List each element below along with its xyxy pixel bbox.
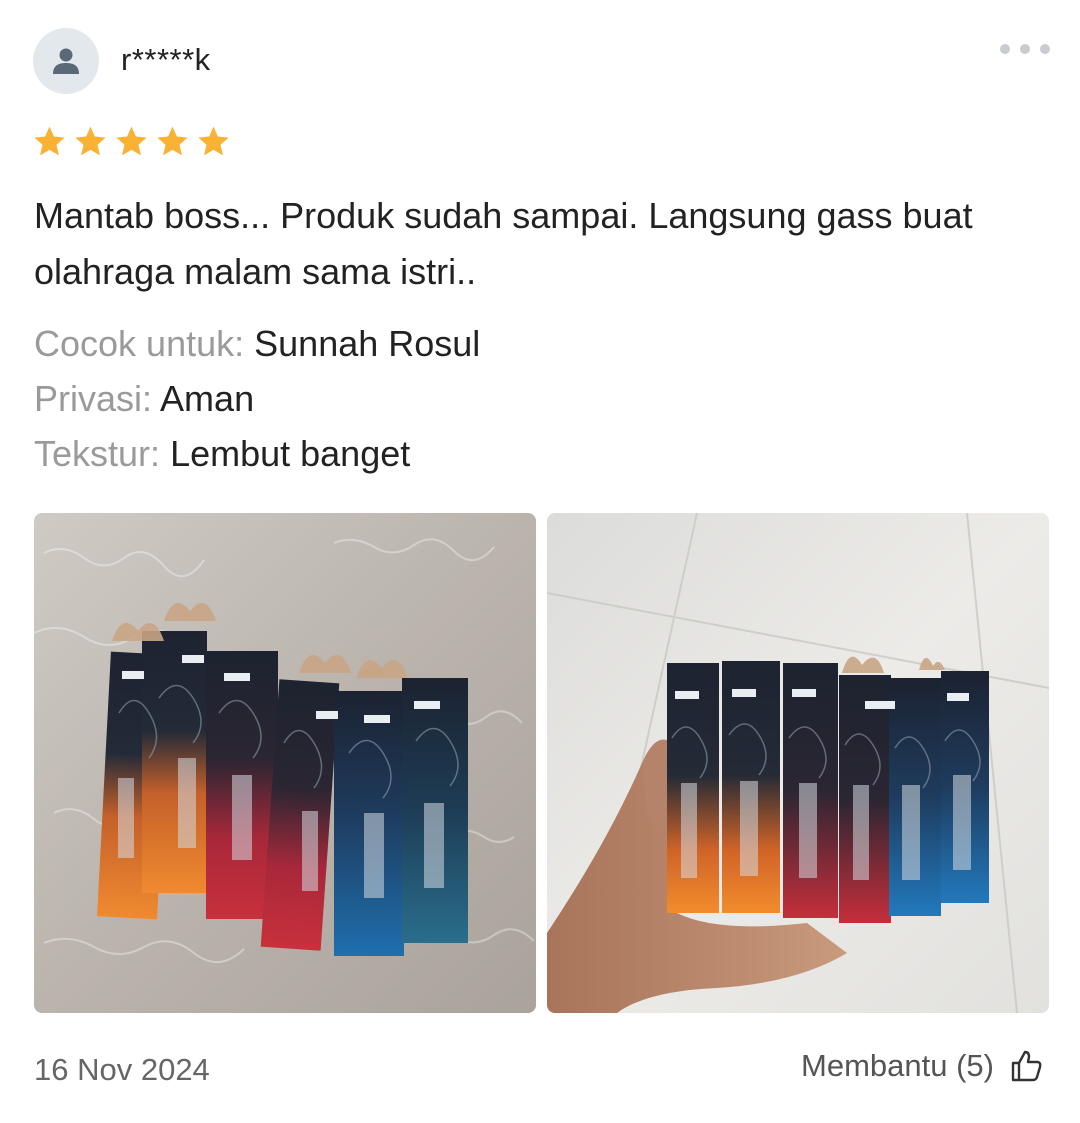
reviewer-name[interactable]: r*****k	[121, 42, 211, 78]
attribute-value: Aman	[160, 378, 255, 419]
attribute-value: Lembut banget	[170, 433, 411, 474]
review-card: r*****k Mantab boss... Produk sudah samp…	[0, 0, 1080, 1123]
star-rating	[32, 124, 231, 159]
star-icon	[198, 126, 229, 156]
user-icon	[53, 48, 79, 74]
more-dots-icon	[1000, 44, 1010, 54]
helpful-label: Membantu (5)	[801, 1048, 994, 1083]
star-icon	[116, 126, 147, 156]
attribute-row: Privasi: Aman	[34, 371, 480, 426]
avatar[interactable]	[33, 28, 99, 94]
star-icon	[34, 126, 65, 156]
review-date: 16 Nov 2024	[34, 1052, 210, 1087]
attribute-label: Cocok untuk:	[34, 323, 245, 364]
more-options-button[interactable]	[1000, 38, 1050, 60]
review-photo-2[interactable]	[547, 513, 1049, 1013]
hand-photo	[547, 513, 1049, 1013]
attribute-label: Privasi:	[34, 378, 153, 419]
attribute-row: Cocok untuk: Sunnah Rosul	[34, 316, 480, 371]
helpful-button[interactable]: Membantu (5)	[801, 1048, 1044, 1084]
product-boxes	[667, 656, 989, 923]
attribute-label: Tekstur:	[34, 433, 161, 474]
review-text: Mantab boss... Produk sudah sampai. Lang…	[34, 195, 973, 292]
thumbs-up-icon	[1011, 1050, 1042, 1082]
star-icon	[75, 126, 106, 156]
more-dot	[1020, 44, 1030, 54]
star-icon	[157, 126, 188, 156]
review-attributes: Cocok untuk: Sunnah Rosul Privasi: Aman …	[34, 316, 480, 481]
more-dot	[1040, 44, 1050, 54]
review-photo-1[interactable]	[34, 513, 536, 1013]
carpet-photo	[34, 513, 536, 1013]
attribute-row: Tekstur: Lembut banget	[34, 426, 480, 481]
attribute-value: Sunnah Rosul	[254, 323, 481, 364]
